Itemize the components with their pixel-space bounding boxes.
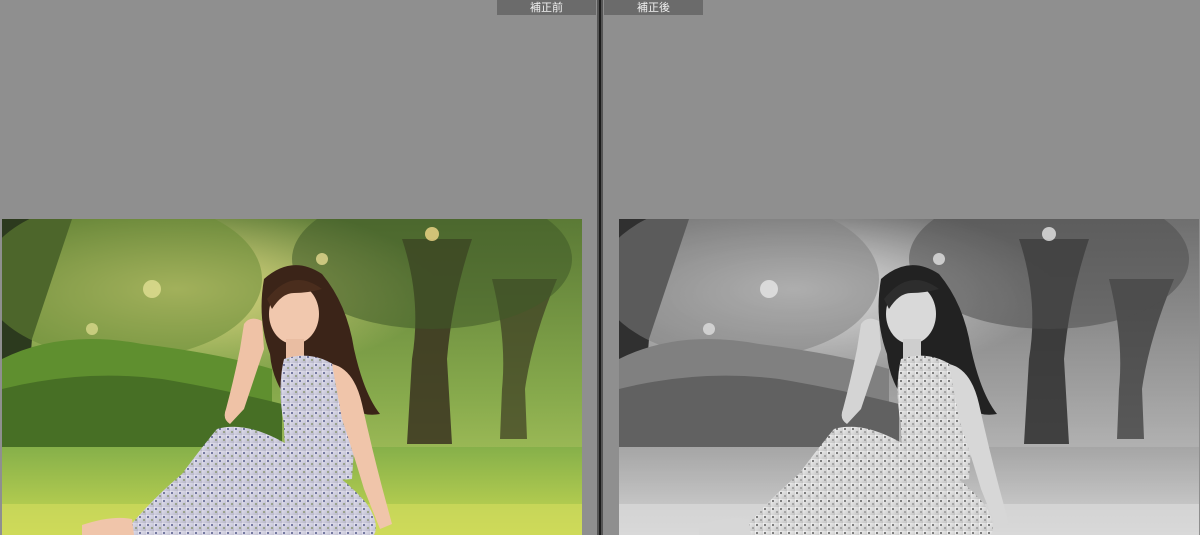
after-label: 補正後 <box>604 0 703 15</box>
before-pane[interactable]: 補正前 <box>0 0 597 535</box>
photo-image <box>2 219 582 535</box>
before-photo[interactable] <box>2 219 582 535</box>
photo-image <box>619 219 1199 535</box>
before-label: 補正前 <box>497 0 596 15</box>
after-photo[interactable] <box>619 219 1199 535</box>
after-pane[interactable]: 補正後 <box>603 0 1200 535</box>
